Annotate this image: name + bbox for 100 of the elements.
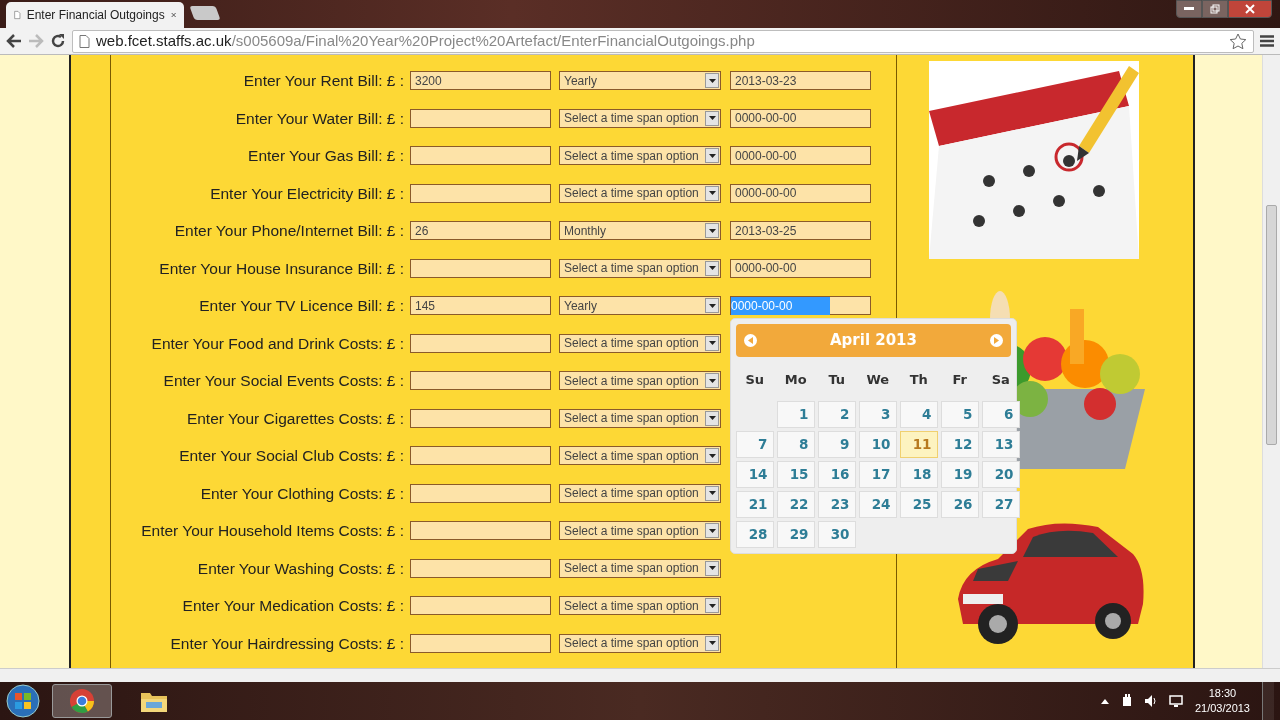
day-cell[interactable]: 24: [859, 491, 897, 518]
horizontal-scrollbar[interactable]: [0, 668, 1280, 682]
day-cell[interactable]: 5: [941, 401, 979, 428]
day-cell[interactable]: 21: [736, 491, 774, 518]
date-field[interactable]: 0000-00-00: [730, 146, 871, 166]
amount-field[interactable]: [410, 558, 551, 578]
date-field[interactable]: 0000-00-00: [730, 108, 871, 128]
day-cell[interactable]: 10: [859, 431, 897, 458]
field-label: Enter Your Hairdressing Costs: £ :: [169, 633, 404, 654]
day-cell[interactable]: 6: [982, 401, 1020, 428]
amount-field[interactable]: [410, 446, 551, 466]
scrollbar[interactable]: [1262, 55, 1280, 668]
volume-icon[interactable]: [1144, 695, 1157, 707]
amount-field[interactable]: [410, 483, 551, 503]
time-span-dropdown[interactable]: Select a time span option: [559, 183, 721, 203]
amount-field[interactable]: [410, 596, 551, 616]
start-button[interactable]: [6, 684, 40, 718]
field-label: Enter Your Food and Drink Costs: £ :: [150, 333, 404, 354]
day-cell[interactable]: 17: [859, 461, 897, 488]
amount-field[interactable]: [410, 183, 551, 203]
amount-field[interactable]: [410, 258, 551, 278]
date-field[interactable]: 0000-00-00: [730, 296, 871, 316]
amount-field[interactable]: [410, 146, 551, 166]
time-span-dropdown[interactable]: Select a time span option: [559, 371, 721, 391]
weekday-label: Mo: [783, 371, 808, 389]
day-cell[interactable]: 16: [818, 461, 856, 488]
day-cell[interactable]: 22: [777, 491, 815, 518]
menu-icon[interactable]: [1260, 35, 1274, 47]
day-cell[interactable]: 26: [941, 491, 979, 518]
time-span-dropdown[interactable]: Select a time span option: [559, 146, 721, 166]
day-cell[interactable]: 27: [982, 491, 1020, 518]
time-span-dropdown[interactable]: Select a time span option: [559, 596, 721, 616]
day-cell[interactable]: 29: [777, 521, 815, 548]
amount-field[interactable]: [410, 521, 551, 541]
time-span-dropdown[interactable]: Select a time span option: [559, 633, 721, 653]
time-span-dropdown[interactable]: Monthly: [559, 221, 721, 241]
date-field[interactable]: 2013-03-25: [730, 221, 871, 241]
minimize-button[interactable]: [1176, 0, 1202, 18]
caret-icon[interactable]: [1100, 698, 1109, 704]
show-desktop-button[interactable]: [1262, 682, 1274, 720]
new-tab-button[interactable]: [189, 6, 221, 20]
day-cell[interactable]: 3: [859, 401, 897, 428]
day-cell[interactable]: 23: [818, 491, 856, 518]
address-bar[interactable]: web.fcet.staffs.ac.uk/s005609a/Final%20Year%20Project%20Artefact/EnterFinancialOutgoings.php: [72, 29, 1254, 53]
day-cell[interactable]: 15: [777, 461, 815, 488]
amount-field[interactable]: 145: [410, 296, 551, 316]
day-cell[interactable]: 30: [818, 521, 856, 548]
day-cell[interactable]: 2: [818, 401, 856, 428]
amount-field[interactable]: 3200: [410, 71, 551, 91]
time-span-dropdown[interactable]: Select a time span option: [559, 446, 721, 466]
day-cell[interactable]: 4: [900, 401, 938, 428]
day-cell[interactable]: 8: [777, 431, 815, 458]
time-span-dropdown[interactable]: Select a time span option: [559, 521, 721, 541]
caret-icon: [708, 191, 716, 196]
close-button[interactable]: [1228, 0, 1272, 18]
amount-field[interactable]: 26: [410, 221, 551, 241]
day-cell[interactable]: 1: [777, 401, 815, 428]
amount-field[interactable]: [410, 633, 551, 653]
day-cell[interactable]: 20: [982, 461, 1020, 488]
browser-tab[interactable]: Enter Financial Outgoings: [6, 2, 184, 28]
time-span-dropdown[interactable]: Yearly: [559, 71, 721, 91]
power-icon[interactable]: [1120, 694, 1133, 708]
day-cell[interactable]: 28: [736, 521, 774, 548]
star-icon[interactable]: [1229, 32, 1247, 50]
time-span-dropdown[interactable]: Select a time span option: [559, 108, 721, 128]
back-icon[interactable]: [6, 34, 22, 48]
day-cell[interactable]: 11: [900, 431, 938, 458]
amount-field[interactable]: [410, 108, 551, 128]
weekday-label: Tu: [827, 371, 847, 389]
day-cell[interactable]: 18: [900, 461, 938, 488]
month-title: April 2013: [830, 330, 917, 352]
time-span-dropdown[interactable]: Yearly: [559, 296, 721, 316]
date-field[interactable]: 0000-00-00: [730, 258, 871, 278]
day-cell[interactable]: 13: [982, 431, 1020, 458]
close-icon[interactable]: [170, 11, 176, 19]
day-cell[interactable]: 19: [941, 461, 979, 488]
amount-field[interactable]: [410, 371, 551, 391]
day-cell[interactable]: 7: [736, 431, 774, 458]
date-field[interactable]: 2013-03-23: [730, 71, 871, 91]
field-label: Enter Your Washing Costs: £ :: [196, 558, 404, 579]
caret-icon: [708, 603, 716, 608]
amount-field[interactable]: [410, 333, 551, 353]
time-span-dropdown[interactable]: Select a time span option: [559, 333, 721, 353]
caret-icon: [708, 416, 716, 421]
date-field[interactable]: 0000-00-00: [730, 183, 871, 203]
network-icon[interactable]: [1168, 694, 1183, 708]
weekday-label: Fr: [951, 371, 968, 389]
reload-icon[interactable]: [50, 33, 66, 49]
day-cell[interactable]: 25: [900, 491, 938, 518]
time-span-dropdown[interactable]: Select a time span option: [559, 258, 721, 278]
time-span-dropdown[interactable]: Select a time span option: [559, 558, 721, 578]
amount-field[interactable]: [410, 408, 551, 428]
day-cell[interactable]: 12: [941, 431, 979, 458]
time-span-dropdown[interactable]: Select a time span option: [559, 483, 721, 503]
restore-button[interactable]: [1202, 0, 1228, 18]
taskbar-clock[interactable]: 18:30 21/03/2013: [1194, 686, 1250, 716]
time-span-dropdown[interactable]: Select a time span option: [559, 408, 721, 428]
taskbar-browser-button[interactable]: [52, 684, 112, 718]
day-cell[interactable]: 9: [818, 431, 856, 458]
day-cell[interactable]: 14: [736, 461, 774, 488]
